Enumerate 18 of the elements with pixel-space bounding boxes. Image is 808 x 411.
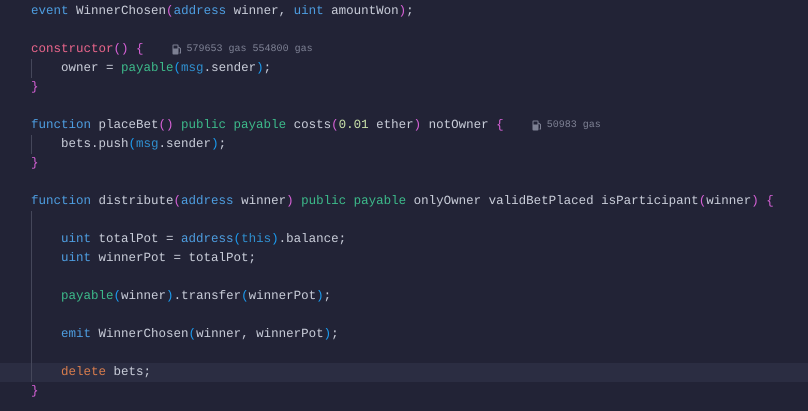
fuel-pump-icon [172,44,182,55]
code-line: function placeBet() public payable costs(0.01 ether) notOwner { [31,117,504,134]
code-line: emit WinnerChosen(winner, winnerPot); [61,326,339,344]
code-line: event WinnerChosen(address winner, uint amountWon); [31,3,414,20]
code-line: function distribute(address winner) public payable onlyOwner validBetPlaced isParticipant(winner) { [31,193,774,210]
code-line: delete bets; [61,364,152,382]
code-line: bets.push(msg.sender); [61,136,226,154]
code-line: uint totalPot = address(this).balance; [61,231,346,248]
code-line: payable(winner).transfer(winnerPot); [61,288,332,306]
code-line: owner = payable(msg.sender); [61,60,272,78]
code-line: uint winnerPot = totalPot; [61,250,256,268]
gas-estimate: 579653 gas 554800 gas [186,43,313,57]
fuel-pump-icon [532,120,542,131]
code-line: } [31,79,39,96]
code-line: } [31,155,39,172]
code-line: constructor() { [31,41,144,58]
code-line: } [31,383,39,400]
gas-estimate: 50983 gas [546,119,601,133]
